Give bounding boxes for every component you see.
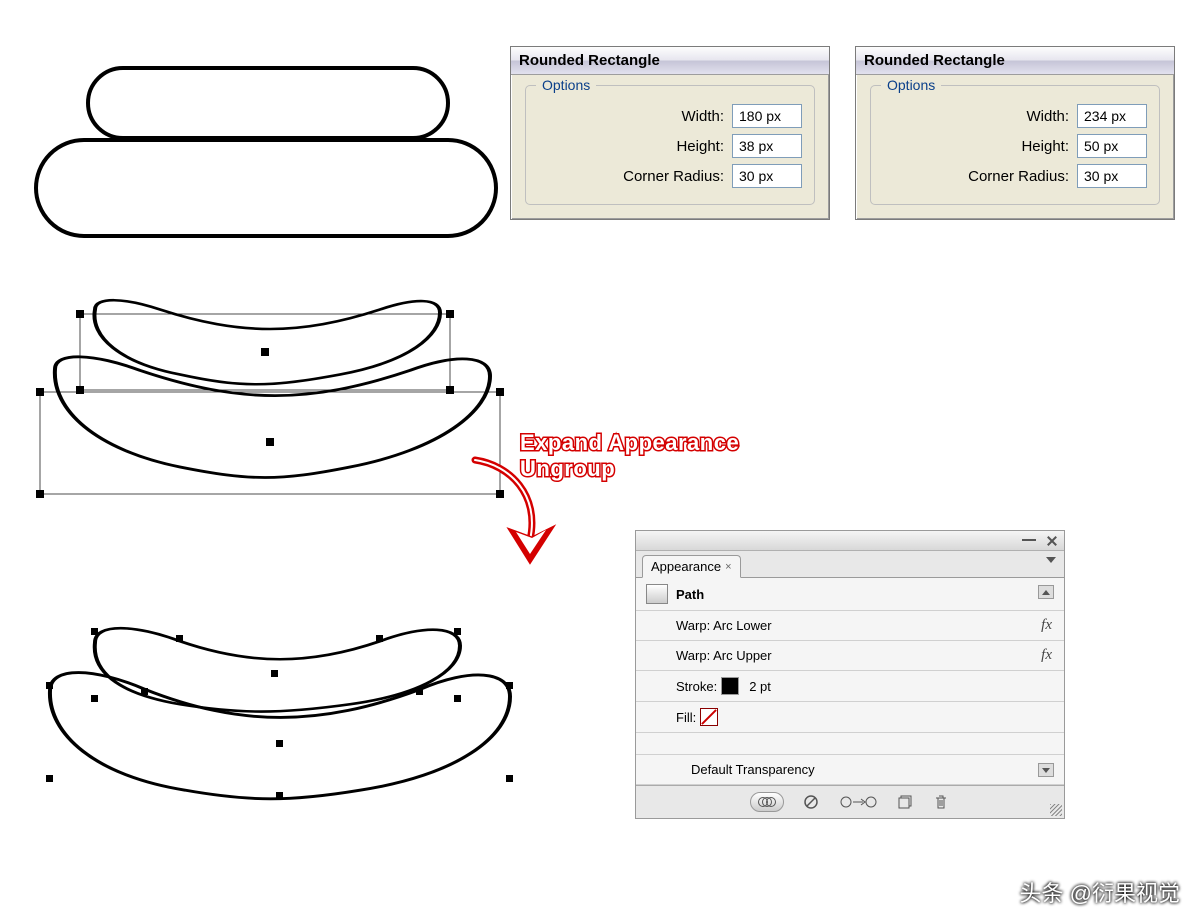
corner-radius-label: Corner Radius: [968, 168, 1069, 185]
clear-appearance-icon[interactable] [802, 793, 820, 811]
corner-radius-label: Corner Radius: [623, 168, 724, 185]
path-thumbnail-icon [646, 584, 668, 604]
stroke-label: Stroke: [676, 679, 717, 694]
fx-icon[interactable]: fx [1041, 617, 1052, 634]
width-field[interactable] [732, 104, 802, 128]
fx-icon[interactable]: fx [1041, 647, 1052, 664]
rounded-rectangle-dialog-1: Rounded Rectangle Options Width: Height:… [510, 46, 830, 220]
appearance-target-row: Path [636, 578, 1064, 611]
options-legend: Options [881, 77, 941, 93]
height-label: Height: [676, 138, 724, 155]
stroke-value: 2 pt [749, 679, 771, 694]
width-field[interactable] [1077, 104, 1147, 128]
tab-close-icon[interactable]: × [725, 561, 731, 573]
appearance-target-label: Path [676, 587, 704, 602]
panel-menu-icon[interactable] [1046, 557, 1056, 563]
width-label: Width: [681, 108, 724, 125]
height-label: Height: [1021, 138, 1069, 155]
height-field[interactable] [732, 134, 802, 158]
annotation-text: Expand Appearance Ungroup [520, 430, 739, 483]
corner-radius-field[interactable] [1077, 164, 1147, 188]
minimize-icon[interactable] [1022, 539, 1036, 543]
effect-label: Warp: Arc Upper [676, 648, 772, 663]
stroke-swatch-icon[interactable] [721, 677, 739, 695]
rounded-rectangle-dialog-2: Rounded Rectangle Options Width: Height:… [855, 46, 1175, 220]
new-art-basic-appearance-button[interactable] [750, 792, 784, 812]
scroll-down-icon[interactable] [1038, 763, 1054, 777]
appearance-panel: Appearance × Path Warp: Arc Lower fx War… [635, 530, 1065, 819]
duplicate-item-icon[interactable] [896, 793, 914, 811]
effect-row[interactable]: Warp: Arc Lower fx [636, 611, 1064, 641]
fill-row[interactable]: Fill: [636, 702, 1064, 733]
scroll-up-icon[interactable] [1038, 585, 1054, 599]
effect-row[interactable]: Warp: Arc Upper fx [636, 641, 1064, 671]
transparency-row[interactable]: Default Transparency [636, 755, 1064, 785]
height-field[interactable] [1077, 134, 1147, 158]
tab-appearance[interactable]: Appearance × [642, 555, 741, 578]
tab-label: Appearance [651, 559, 721, 574]
stroke-row[interactable]: Stroke: 2 pt [636, 671, 1064, 702]
width-label: Width: [1026, 108, 1069, 125]
corner-radius-field[interactable] [732, 164, 802, 188]
options-legend: Options [536, 77, 596, 93]
dialog-title: Rounded Rectangle [856, 47, 1174, 75]
delete-item-icon[interactable] [932, 793, 950, 811]
watermark-text: 头条 @衍果视觉 [1020, 876, 1180, 908]
reduce-to-basic-icon[interactable] [838, 793, 878, 811]
fill-label: Fill: [676, 710, 696, 725]
resize-grip-icon[interactable] [1050, 804, 1062, 816]
fill-none-swatch-icon[interactable] [700, 708, 718, 726]
transparency-label: Default Transparency [691, 762, 815, 777]
effect-label: Warp: Arc Lower [676, 618, 772, 633]
close-icon[interactable] [1046, 535, 1058, 547]
dialog-title: Rounded Rectangle [511, 47, 829, 75]
